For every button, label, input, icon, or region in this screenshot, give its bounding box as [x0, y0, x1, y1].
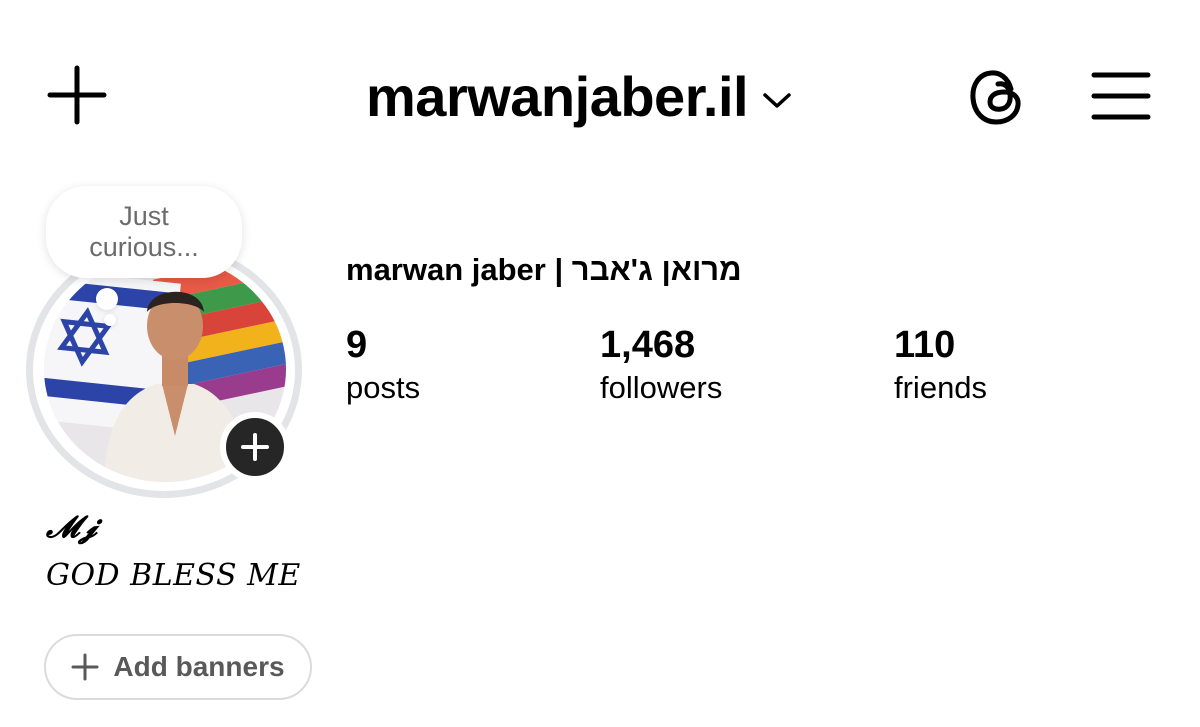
plus-icon [47, 65, 107, 125]
stat-followers[interactable]: 1,468 followers [600, 322, 722, 408]
note-bubble-tail [96, 288, 118, 310]
add-banners-button[interactable]: Add banners [44, 634, 312, 700]
threads-button[interactable] [966, 66, 1028, 128]
create-button[interactable] [46, 64, 108, 126]
bio-title: 𝓜𝓳 [46, 510, 98, 545]
note-bubble-tail-small [104, 314, 116, 326]
profile-screen: marwanjaber.il Just curious... marwan ja… [0, 0, 1200, 727]
add-story-button[interactable] [220, 412, 290, 482]
profile-note[interactable]: Just curious... [46, 186, 242, 278]
stat-friends-label: friends [894, 370, 988, 405]
stat-posts[interactable]: 9 posts [346, 322, 420, 408]
plus-icon [241, 433, 269, 461]
hamburger-menu-icon [1091, 72, 1151, 120]
bio-text: GOD BLESS ME [46, 558, 301, 593]
stat-posts-count: 9 [346, 324, 368, 366]
stat-followers-label: followers [600, 370, 723, 405]
menu-button[interactable] [1090, 70, 1152, 122]
chevron-down-icon [763, 93, 791, 108]
stat-followers-count: 1,468 [600, 324, 696, 366]
stat-posts-label: posts [346, 370, 421, 405]
profile-full-name: marwan jaber | מרואן ג'אבר [346, 252, 742, 287]
stat-friends[interactable]: 110 friends [894, 322, 987, 408]
stat-friends-count: 110 [894, 324, 956, 366]
note-text: Just curious... [89, 201, 199, 262]
threads-icon [970, 70, 1021, 125]
account-switcher[interactable]: marwanjaber.il [366, 62, 792, 132]
plus-icon [71, 653, 99, 681]
profile-username: marwanjaber.il [366, 65, 749, 128]
add-banners-label: Add banners [113, 651, 285, 682]
